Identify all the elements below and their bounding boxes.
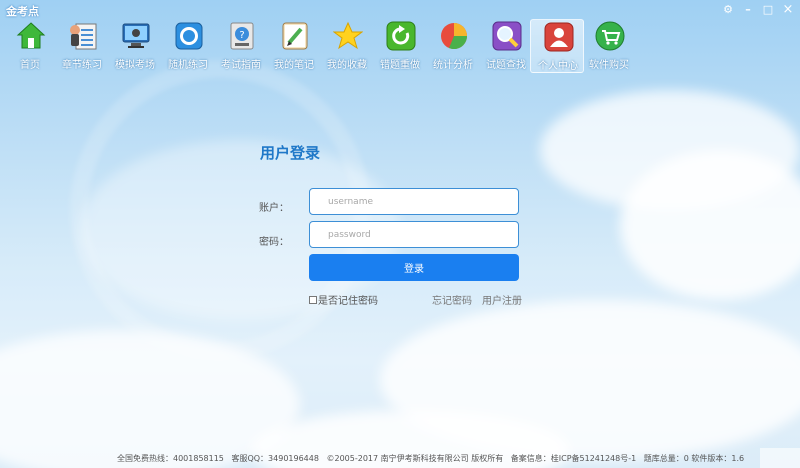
toolbar-item-mock-exam[interactable]: 模拟考场	[108, 19, 162, 73]
password-input[interactable]	[309, 221, 519, 248]
redo-icon	[386, 21, 416, 51]
toolbar-item-label: 软件购买	[589, 60, 629, 71]
pie-chart-icon	[441, 23, 467, 49]
footer-icp: 备案信息：桂ICP备51241248号-1	[510, 454, 637, 463]
home-icon	[16, 22, 46, 49]
checkbox-box[interactable]	[309, 295, 317, 304]
status-footer: 全国免费热线：4001858115 客服QQ：3490196448 ©2005-…	[0, 450, 800, 468]
maximize-icon[interactable]: □	[758, 1, 778, 18]
svg-text:?: ?	[239, 30, 244, 41]
username-input[interactable]	[309, 188, 519, 215]
monitor-icon	[122, 23, 150, 48]
footer-qq: 客服QQ：3490196448	[231, 454, 319, 463]
account-label: 账户：	[259, 203, 289, 214]
register-link[interactable]: 用户注册	[482, 292, 522, 307]
toolbar-item-my-favorites[interactable]: 我的收藏	[320, 19, 374, 73]
close-icon[interactable]: ×	[778, 1, 798, 18]
user-icon	[544, 22, 574, 52]
document-list-icon	[70, 23, 97, 50]
search-icon	[492, 21, 522, 51]
background-cloud	[620, 150, 800, 300]
pencil-note-icon	[282, 22, 308, 50]
password-label: 密码：	[259, 237, 289, 248]
forgot-password-link[interactable]: 忘记密码	[432, 292, 472, 307]
toolbar-item-statistics[interactable]: 统计分析	[426, 19, 480, 73]
footer-hotline: 全国免费热线：4001858115	[117, 454, 224, 463]
toolbar-item-chapter-practice[interactable]: 章节练习	[55, 19, 109, 73]
main-toolbar: 首页 章节练习 模拟考场 随机练习 ? 考试指南 我的笔记 我的收藏 错题重做 …	[0, 19, 800, 73]
circle-screen-icon	[175, 22, 203, 50]
star-icon	[333, 21, 363, 50]
toolbar-item-exam-guide[interactable]: ? 考试指南	[214, 19, 268, 73]
cart-icon	[595, 21, 625, 51]
minimize-icon[interactable]: –	[738, 1, 758, 18]
login-title: 用户登录	[260, 144, 321, 162]
gear-icon[interactable]: ⚙	[718, 1, 738, 18]
toolbar-item-random-practice[interactable]: 随机练习	[161, 19, 215, 73]
footer-copyright: ©2005-2017 南宁伊考斯科技有限公司 版权所有	[326, 454, 504, 463]
remember-password-checkbox[interactable]: 是否记住密码	[309, 292, 378, 307]
login-button[interactable]: 登录	[309, 254, 519, 281]
guide-book-icon: ?	[230, 22, 254, 50]
watermark-overlay	[760, 448, 800, 468]
toolbar-item-my-notes[interactable]: 我的笔记	[267, 19, 321, 73]
toolbar-item-buy-software[interactable]: 软件购买	[582, 19, 636, 73]
footer-total: 题库总量：0 软件版本：1.6	[643, 454, 745, 463]
app-title: 金考点	[6, 5, 39, 18]
title-bar: 金考点 ⚙ – □ ×	[0, 0, 800, 20]
remember-password-label: 是否记住密码	[318, 296, 378, 307]
app-window: 金考点 ⚙ – □ × 首页 章节练习 模拟考场 随机练习 ? 考试指南 我的笔…	[0, 0, 800, 468]
toolbar-item-wrong-redo[interactable]: 错题重做	[373, 19, 427, 73]
